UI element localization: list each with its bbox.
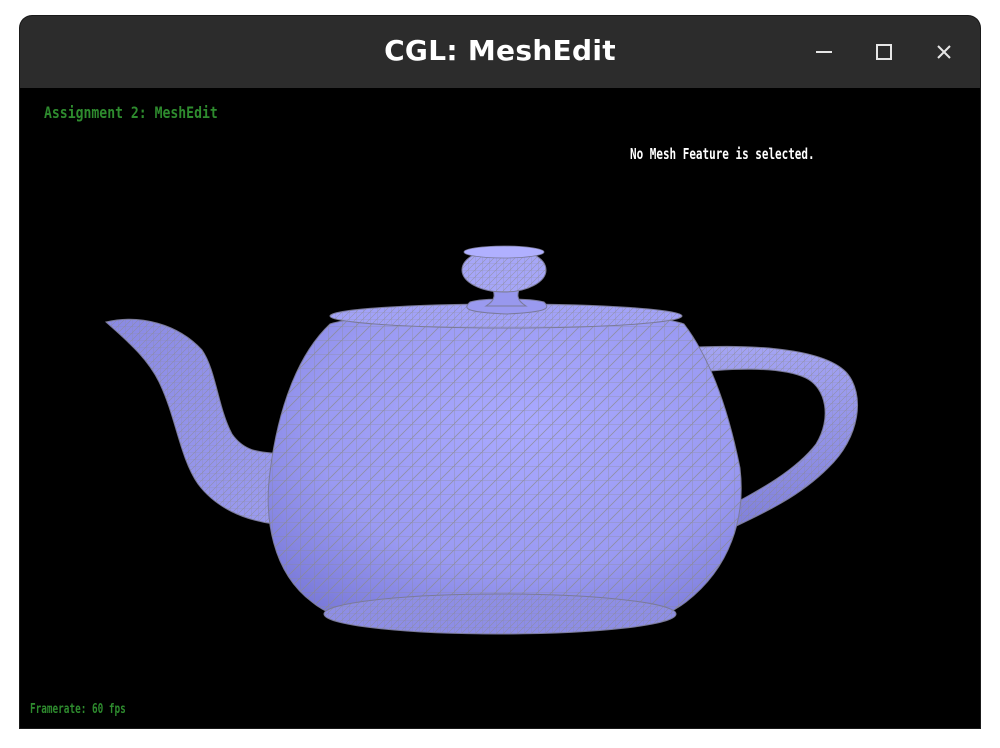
assignment-label: Assignment 2: MeshEdit (44, 103, 218, 122)
mesh-viewport[interactable]: Assignment 2: MeshEdit No Mesh Feature i… (20, 88, 980, 728)
title-bar[interactable]: CGL: MeshEdit (20, 16, 980, 88)
teapot-spout (104, 318, 283, 525)
selection-status: No Mesh Feature is selected. (630, 145, 815, 163)
teapot-lid (329, 245, 683, 329)
maximize-icon (866, 34, 902, 70)
framerate-label: Framerate: 60 fps (30, 702, 126, 717)
minimize-button[interactable] (806, 34, 842, 70)
close-button[interactable] (926, 34, 962, 70)
minimize-icon (806, 34, 842, 70)
app-window: CGL: MeshEdit Assignment 2: MeshEdit No … (20, 16, 980, 728)
maximize-button[interactable] (866, 34, 902, 70)
teapot-body (267, 311, 742, 635)
close-icon (926, 34, 962, 70)
teapot-mesh[interactable] (20, 88, 980, 728)
